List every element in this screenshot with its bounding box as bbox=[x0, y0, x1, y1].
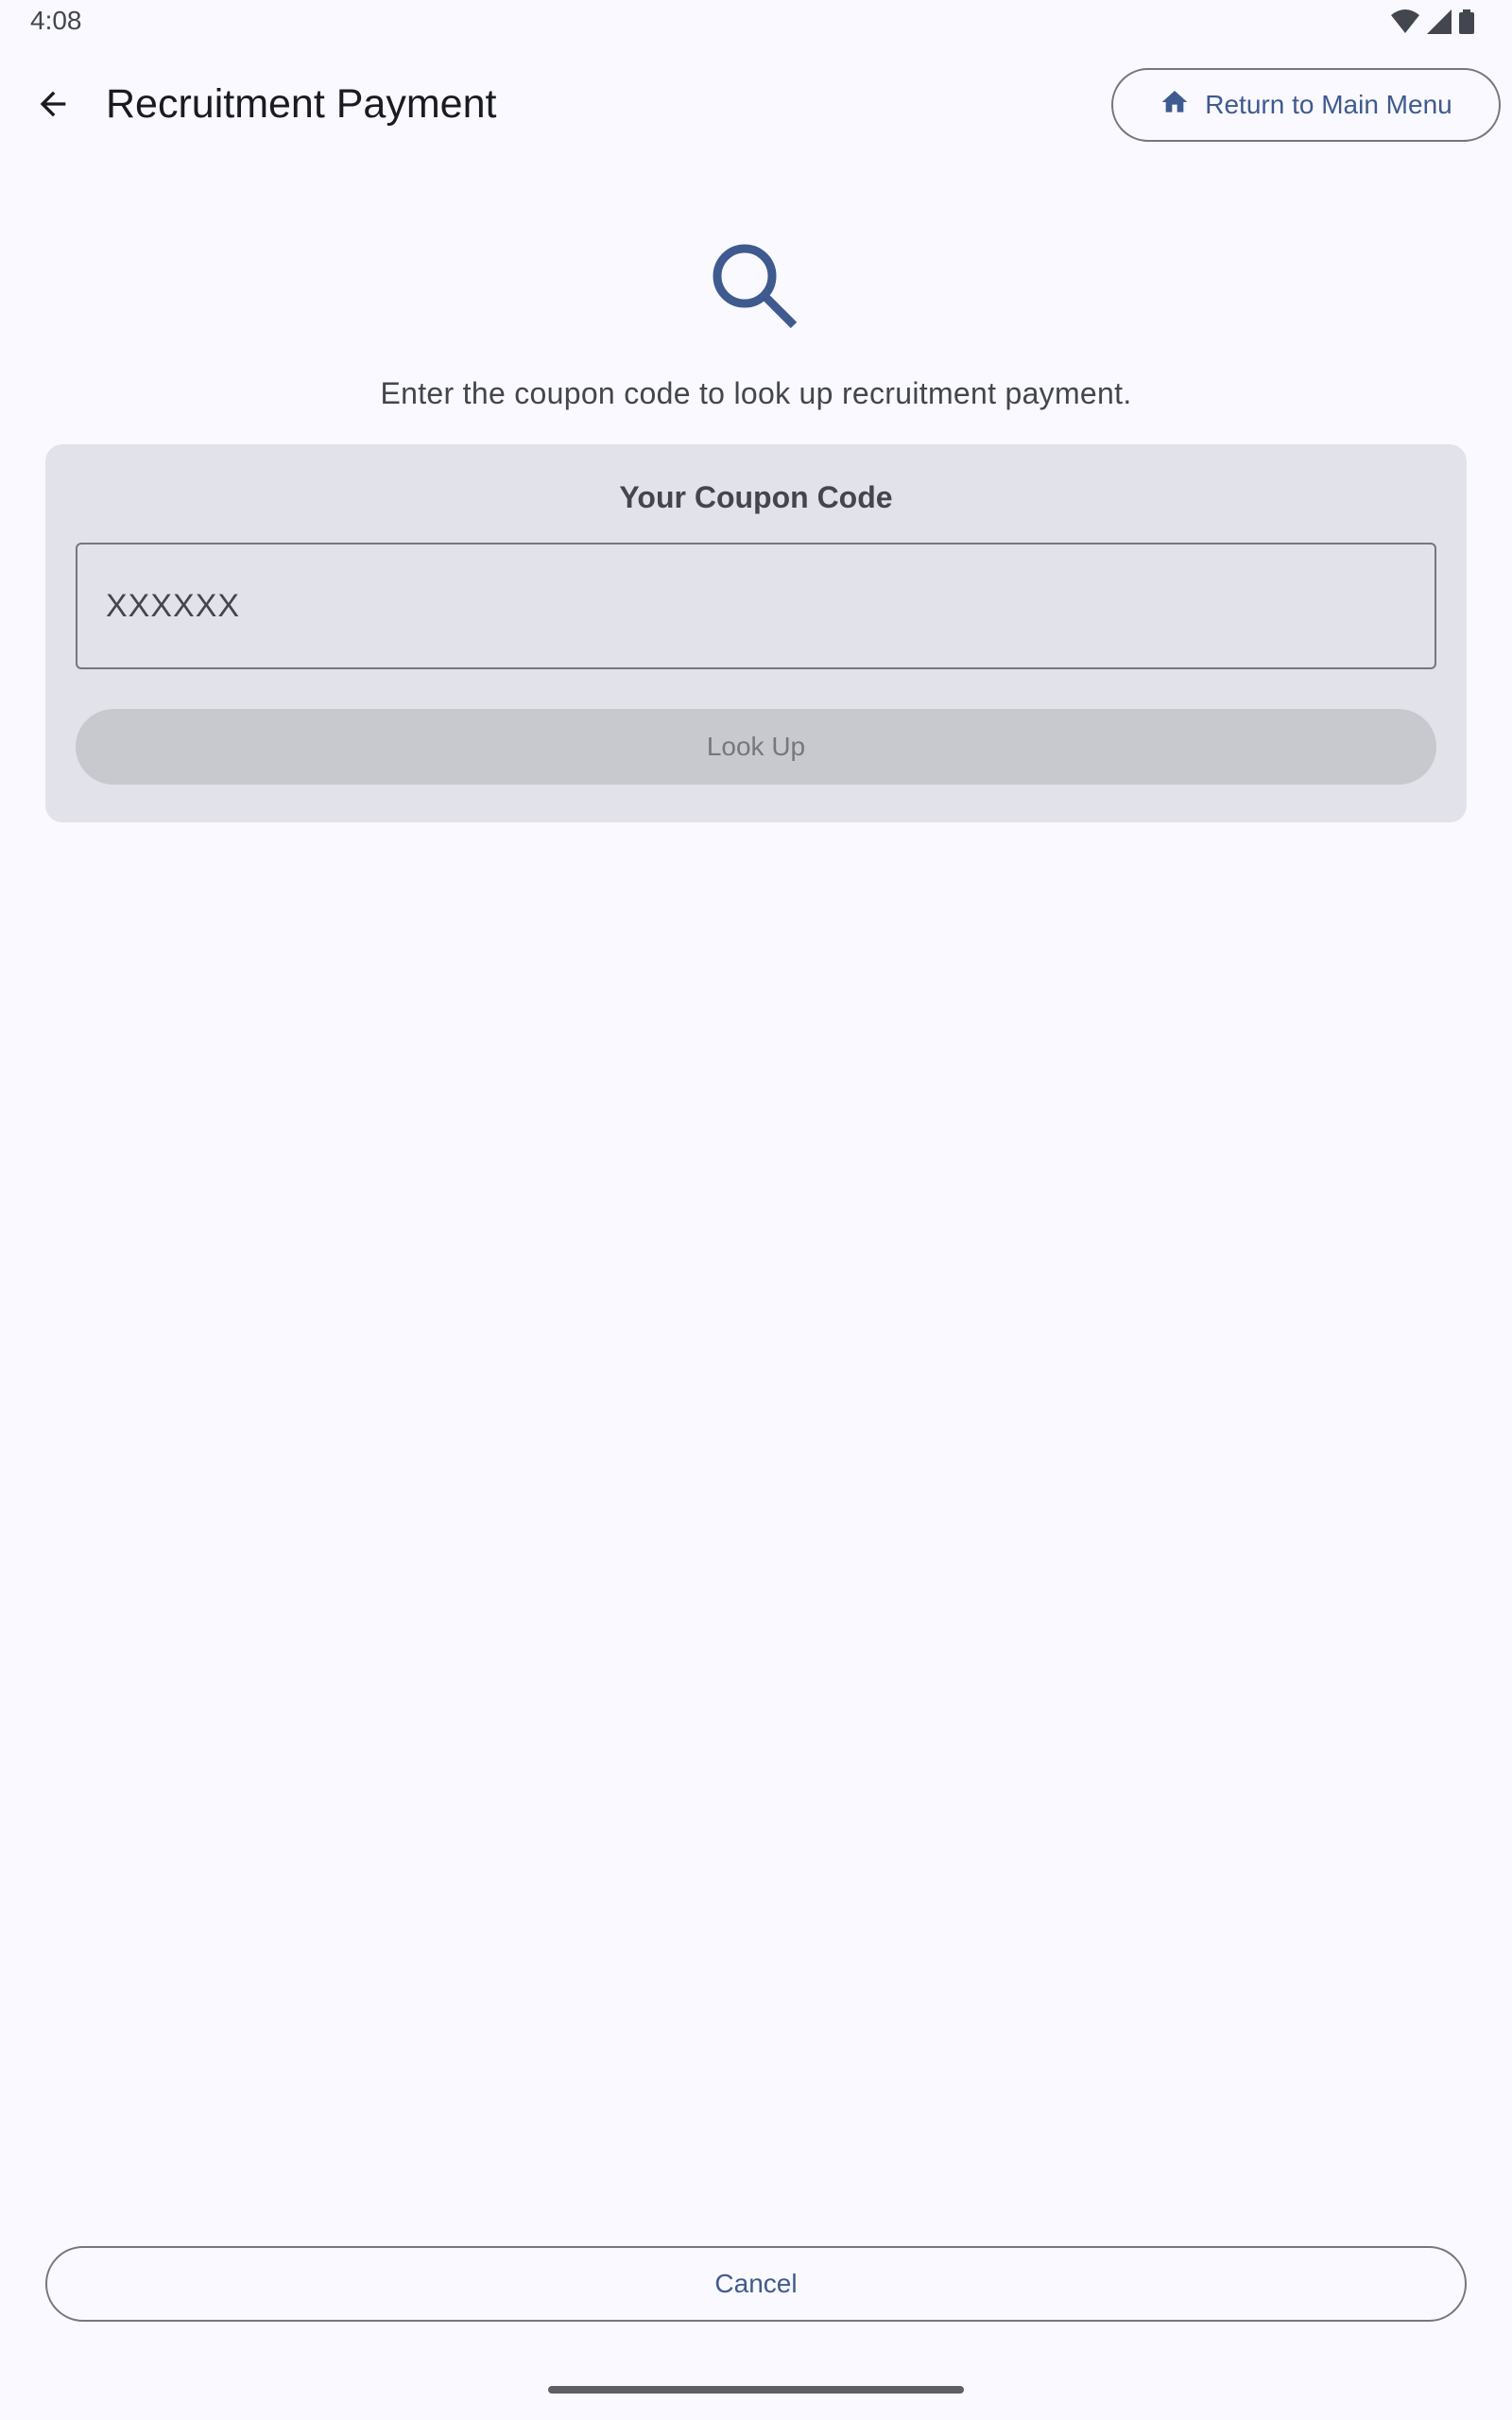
return-to-main-menu-button[interactable]: Return to Main Menu bbox=[1111, 68, 1501, 142]
coupon-code-input[interactable] bbox=[76, 543, 1436, 669]
cancel-button[interactable]: Cancel bbox=[45, 2246, 1467, 2322]
look-up-button[interactable]: Look Up bbox=[76, 709, 1436, 785]
search-icon bbox=[707, 238, 801, 333]
coupon-card-title: Your Coupon Code bbox=[619, 480, 893, 514]
home-icon bbox=[1160, 87, 1190, 124]
return-to-main-menu-label: Return to Main Menu bbox=[1205, 90, 1452, 119]
coupon-card: Your Coupon Code Look Up bbox=[45, 444, 1467, 822]
battery-icon bbox=[1459, 9, 1474, 39]
status-bar: 4:08 bbox=[0, 0, 1512, 45]
status-time: 4:08 bbox=[30, 6, 82, 35]
signal-icon bbox=[1427, 9, 1452, 39]
instruction-text: Enter the coupon code to look up recruit… bbox=[380, 376, 1132, 410]
page-title: Recruitment Payment bbox=[106, 81, 497, 127]
navigation-handle[interactable] bbox=[548, 2386, 964, 2394]
top-app-bar: Recruitment Payment Return to Main Menu bbox=[0, 59, 1512, 153]
back-button[interactable] bbox=[23, 76, 83, 136]
status-icons bbox=[1391, 9, 1474, 39]
arrow-back-icon bbox=[34, 85, 72, 128]
wifi-icon bbox=[1391, 9, 1419, 39]
